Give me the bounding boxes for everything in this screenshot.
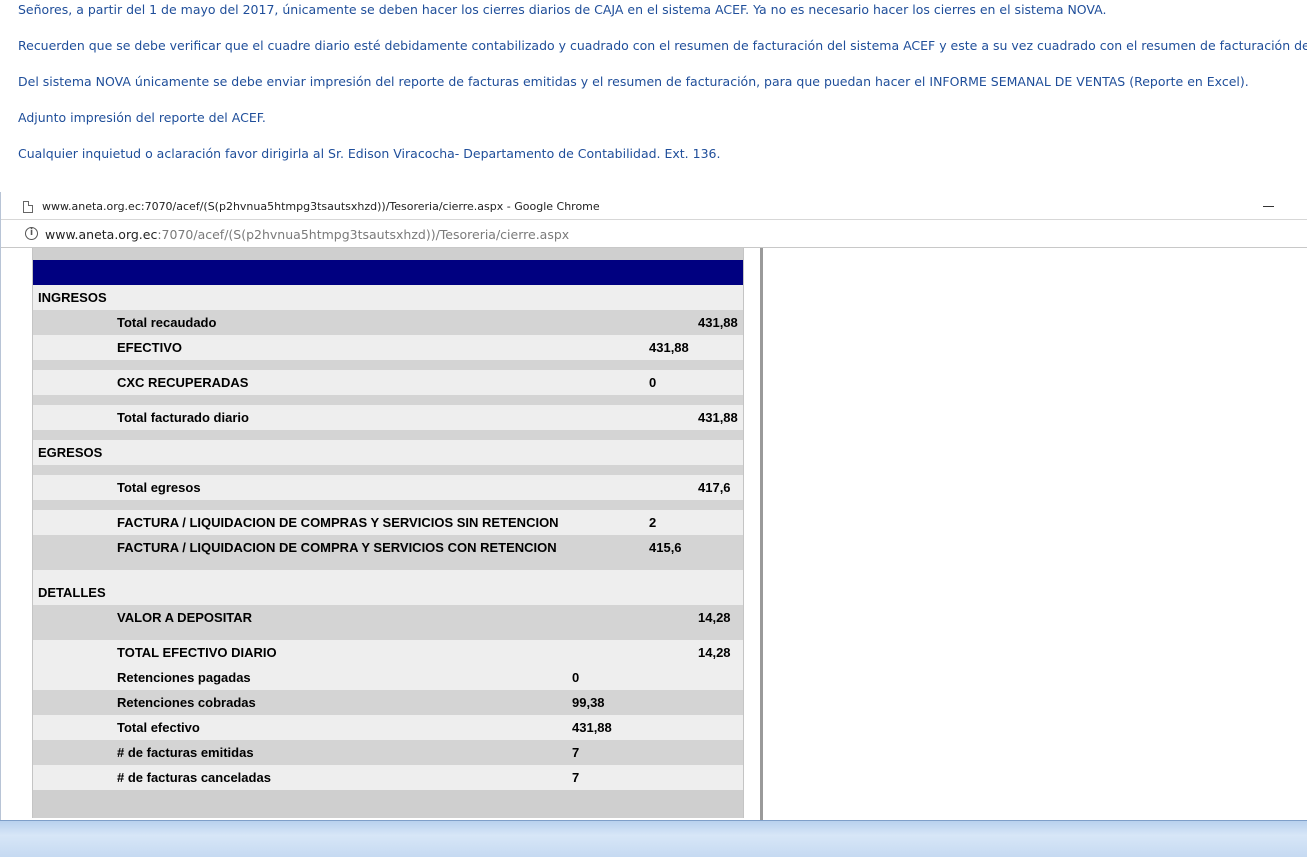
row-label: Retenciones cobradas xyxy=(117,695,256,710)
row-value: 14,28 xyxy=(698,645,731,660)
row-cxc: CXC RECUPERADAS 0 xyxy=(33,370,743,395)
url-text[interactable]: www.aneta.org.ec:7070/acef/(S(p2hvnua5ht… xyxy=(45,227,569,242)
email-paragraph: Cualquier inquietud o aclaración favor d… xyxy=(18,146,721,161)
page-icon xyxy=(23,201,33,213)
section-heading: DETALLES xyxy=(38,585,106,600)
email-paragraph: Señores, a partir del 1 de mayo del 2017… xyxy=(18,2,1107,17)
email-paragraph: Adjunto impresión del reporte del ACEF. xyxy=(18,110,266,125)
page-content: INGRESOS Total recaudado 431,88 EFECTIVO… xyxy=(1,248,1307,820)
row-label: Total egresos xyxy=(117,480,201,495)
row-value: 417,6 xyxy=(698,480,731,495)
url-host: www.aneta.org.ec xyxy=(45,227,158,242)
address-bar[interactable]: i www.aneta.org.ec:7070/acef/(S(p2hvnua5… xyxy=(1,220,1307,248)
row-value: 431,88 xyxy=(572,720,612,735)
row-label: FACTURA / LIQUIDACION DE COMPRA Y SERVIC… xyxy=(117,540,557,555)
row-retenciones-cobradas: Retenciones cobradas 99,38 xyxy=(33,690,743,715)
row-value: 7 xyxy=(572,745,580,760)
row-value: 2 xyxy=(649,515,657,530)
row-value: 415,6 xyxy=(649,540,682,555)
row-facturas-canceladas: # de facturas canceladas 7 xyxy=(33,765,743,790)
row-label: Total efectivo xyxy=(117,720,200,735)
section-ingresos: INGRESOS xyxy=(33,285,743,310)
row-efectivo: EFECTIVO 431,88 xyxy=(33,335,743,360)
row-spacer xyxy=(33,430,743,440)
row-total-efectivo-diario: TOTAL EFECTIVO DIARIO 14,28 xyxy=(33,640,743,665)
row-valor-depositar: VALOR A DEPOSITAR 14,28 xyxy=(33,605,743,630)
info-icon[interactable]: i xyxy=(25,227,38,240)
row-value: 431,88 xyxy=(649,340,689,355)
report-header-bar xyxy=(33,260,743,285)
section-heading: INGRESOS xyxy=(38,290,107,305)
row-label: Retenciones pagadas xyxy=(117,670,251,685)
row-label: CXC RECUPERADAS xyxy=(117,375,249,390)
window-title: www.aneta.org.ec:7070/acef/(S(p2hvnua5ht… xyxy=(42,200,600,213)
row-total-efectivo: Total efectivo 431,88 xyxy=(33,715,743,740)
window-titlebar[interactable]: www.aneta.org.ec:7070/acef/(S(p2hvnua5ht… xyxy=(1,192,1307,220)
section-heading: EGRESOS xyxy=(38,445,103,460)
row-spacer xyxy=(33,360,743,370)
row-label: TOTAL EFECTIVO DIARIO xyxy=(117,645,277,660)
email-paragraph: Del sistema NOVA únicamente se debe envi… xyxy=(18,74,1249,89)
row-retenciones-pagadas: Retenciones pagadas 0 xyxy=(33,665,743,690)
row-total-facturado: Total facturado diario 431,88 xyxy=(33,405,743,430)
pane-splitter[interactable] xyxy=(760,248,763,820)
row-value: 99,38 xyxy=(572,695,605,710)
row-con-retencion: FACTURA / LIQUIDACION DE COMPRA Y SERVIC… xyxy=(33,535,743,560)
row-spacer xyxy=(33,630,743,640)
row-value: 0 xyxy=(649,375,657,390)
row-value: 7 xyxy=(572,770,580,785)
row-label: # de facturas emitidas xyxy=(117,745,254,760)
browser-window: www.aneta.org.ec:7070/acef/(S(p2hvnua5ht… xyxy=(0,192,1307,820)
row-spacer xyxy=(33,500,743,510)
minimize-button[interactable] xyxy=(1263,206,1274,207)
row-total-recaudado: Total recaudado 431,88 xyxy=(33,310,743,335)
url-path: :7070/acef/(S(p2hvnua5htmpg3tsautsxhzd))… xyxy=(157,227,570,242)
report-footer-strip xyxy=(33,790,743,818)
row-spacer xyxy=(33,570,743,580)
row-label: Total recaudado xyxy=(117,315,217,330)
row-sin-retencion: FACTURA / LIQUIDACION DE COMPRAS Y SERVI… xyxy=(33,510,743,535)
row-value: 431,88 xyxy=(698,315,738,330)
row-label: Total facturado diario xyxy=(117,410,249,425)
row-value: 431,88 xyxy=(698,410,738,425)
row-label: FACTURA / LIQUIDACION DE COMPRAS Y SERVI… xyxy=(117,515,559,530)
email-paragraph: Recuerden que se debe verificar que el c… xyxy=(18,38,1307,53)
section-egresos: EGRESOS xyxy=(33,440,743,465)
row-spacer xyxy=(33,465,743,475)
row-label: VALOR A DEPOSITAR xyxy=(117,610,253,625)
row-facturas-emitidas: # de facturas emitidas 7 xyxy=(33,740,743,765)
row-value: 0 xyxy=(572,670,580,685)
row-value: 14,28 xyxy=(698,610,731,625)
row-spacer xyxy=(33,395,743,405)
taskbar xyxy=(0,820,1307,857)
report-top-strip xyxy=(33,248,743,260)
row-spacer xyxy=(33,560,743,570)
row-label: EFECTIVO xyxy=(117,340,183,355)
row-total-egresos: Total egresos 417,6 xyxy=(33,475,743,500)
section-detalles: DETALLES xyxy=(33,580,743,605)
cierre-report: INGRESOS Total recaudado 431,88 EFECTIVO… xyxy=(32,248,744,818)
row-label: # de facturas canceladas xyxy=(117,770,271,785)
